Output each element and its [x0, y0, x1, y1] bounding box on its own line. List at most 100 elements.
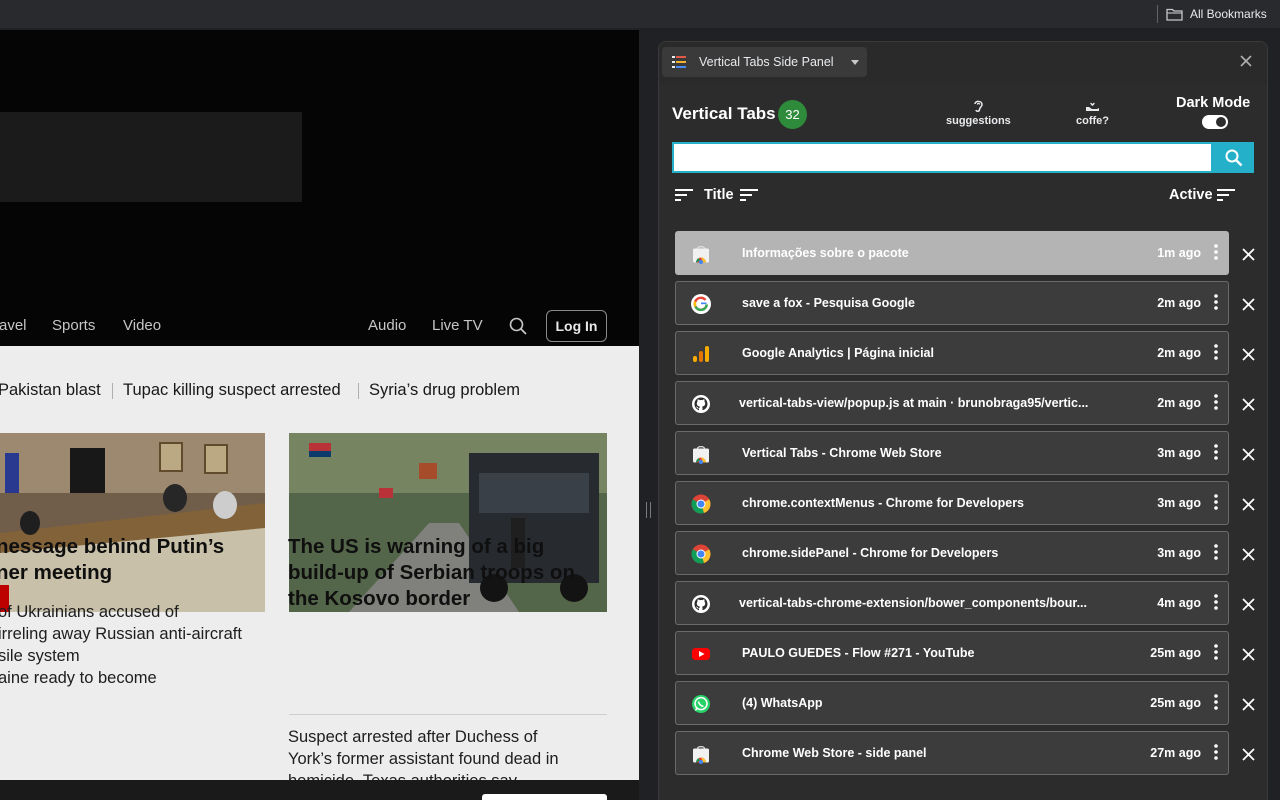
tab-row[interactable]: Google Analytics | Página inicial 2m ago [675, 331, 1229, 375]
tab-time: 2m ago [1157, 396, 1201, 410]
tab-row[interactable]: vertical-tabs-view/popup.js at main · br… [675, 381, 1229, 425]
bookmarks-separator [1157, 5, 1158, 23]
search-input[interactable] [672, 142, 1213, 173]
suggestions-button[interactable]: suggestions [946, 98, 1011, 127]
more-vert-icon[interactable] [1214, 344, 1218, 360]
close-tab-icon[interactable] [1242, 448, 1255, 461]
side-panel-gutter [639, 30, 659, 800]
tab-row[interactable]: save a fox - Pesquisa Google 2m ago [675, 281, 1229, 325]
coffee-button[interactable]: coffe? [1076, 98, 1109, 127]
sort-direction-icon[interactable] [740, 188, 758, 202]
close-tab-icon[interactable] [1242, 348, 1255, 361]
sort-title-label[interactable]: Title [704, 187, 734, 203]
youtube-icon [691, 644, 711, 664]
more-vert-icon[interactable] [1214, 394, 1218, 410]
ticker-item[interactable]: Tupac killing suspect arrested [123, 381, 341, 400]
more-vert-icon[interactable] [1214, 744, 1218, 760]
chrome-store-icon [691, 744, 711, 764]
search-icon [1225, 149, 1242, 166]
nav-sports[interactable]: Sports [52, 317, 95, 334]
tab-title: chrome.contextMenus - Chrome for Develop… [742, 496, 1025, 510]
tab-title: vertical-tabs-view/popup.js at main · br… [739, 396, 1089, 410]
nav-audio[interactable]: Audio [368, 317, 406, 334]
close-tab-icon[interactable] [1242, 648, 1255, 661]
close-tab-icon[interactable] [1242, 248, 1255, 261]
sort-icon[interactable] [675, 188, 693, 202]
dark-mode-label: Dark Mode [1176, 95, 1251, 111]
story-headline[interactable]: The US is warning of a big build-up of S… [288, 534, 618, 612]
tab-time: 3m ago [1157, 496, 1201, 510]
side-panel: Vertical Tabs Side Panel Vertical Tabs 3… [658, 41, 1268, 800]
tab-row[interactable]: chrome.contextMenus - Chrome for Develop… [675, 481, 1229, 525]
story-summary[interactable]: of Ukrainians accused of irreling away R… [0, 601, 278, 689]
more-vert-icon[interactable] [1214, 294, 1218, 310]
search-icon[interactable] [509, 317, 527, 335]
close-tab-icon[interactable] [1242, 298, 1255, 311]
nav-live-tv[interactable]: Live TV [432, 317, 483, 334]
nav-video[interactable]: Video [123, 317, 161, 334]
tab-time: 2m ago [1157, 296, 1201, 310]
sort-direction-icon[interactable] [1217, 188, 1235, 202]
tab-title: Google Analytics | Página inicial [742, 346, 934, 360]
chrome-store-icon [691, 244, 711, 264]
tab-time: 3m ago [1157, 446, 1201, 460]
chrome-icon [691, 544, 711, 564]
tab-time: 25m ago [1150, 696, 1201, 710]
tab-title: Informações sobre o pacote [742, 246, 909, 260]
story-divider [289, 714, 607, 715]
tab-row[interactable]: PAULO GUEDES - Flow #271 - YouTube 25m ag… [675, 631, 1229, 675]
github-icon [691, 394, 711, 414]
tab-row[interactable]: vertical-tabs-chrome-extension/bower_com… [675, 581, 1229, 625]
search-button[interactable] [1213, 142, 1254, 173]
close-icon[interactable] [1240, 55, 1252, 67]
tab-time: 3m ago [1157, 546, 1201, 560]
login-button[interactable]: Log In [546, 310, 607, 342]
more-vert-icon[interactable] [1214, 644, 1218, 660]
tab-title: chrome.sidePanel - Chrome for Developers [742, 546, 999, 560]
ear-icon [974, 100, 983, 112]
dark-mode-toggle[interactable] [1202, 115, 1228, 129]
suggestions-label: suggestions [946, 115, 1011, 127]
folder-icon [1166, 8, 1183, 21]
tab-time: 2m ago [1157, 346, 1201, 360]
tab-time: 1m ago [1157, 246, 1201, 260]
side-panel-selector[interactable]: Vertical Tabs Side Panel [662, 47, 867, 77]
close-tab-icon[interactable] [1242, 398, 1255, 411]
resize-handle[interactable] [646, 502, 651, 518]
extension-icon [672, 56, 686, 68]
nav-travel[interactable]: avel [0, 317, 27, 334]
tab-title: Chrome Web Store - side panel [742, 746, 927, 760]
page-bottom-button[interactable] [482, 794, 607, 800]
more-vert-icon[interactable] [1214, 694, 1218, 710]
sort-active-label[interactable]: Active [1169, 187, 1213, 203]
bookmarks-bar: All Bookmarks [0, 0, 1280, 28]
close-tab-icon[interactable] [1242, 748, 1255, 761]
tab-row[interactable]: Chrome Web Store - side panel 27m ago [675, 731, 1229, 775]
more-vert-icon[interactable] [1214, 444, 1218, 460]
more-vert-icon[interactable] [1214, 244, 1218, 260]
ticker-item[interactable]: Syria’s drug problem [369, 381, 520, 400]
ticker-separator [358, 383, 359, 399]
side-panel-header: Vertical Tabs Side Panel [659, 42, 1267, 84]
tab-title: (4) WhatsApp [742, 696, 823, 710]
ticker-item[interactable]: Pakistan blast [0, 381, 101, 400]
more-vert-icon[interactable] [1214, 594, 1218, 610]
story-headline[interactable]: nessage behind Putin’s ner meeting [0, 534, 276, 586]
close-tab-icon[interactable] [1242, 698, 1255, 711]
all-bookmarks-button[interactable]: All Bookmarks [1166, 4, 1267, 24]
sort-row: Title Active [659, 182, 1267, 210]
tab-row[interactable]: chrome.sidePanel - Chrome for Developers… [675, 531, 1229, 575]
hero-banner [0, 30, 639, 346]
github-icon [691, 594, 711, 614]
close-tab-icon[interactable] [1242, 598, 1255, 611]
tab-row[interactable]: (4) WhatsApp 25m ago [675, 681, 1229, 725]
more-vert-icon[interactable] [1214, 494, 1218, 510]
chrome-store-icon [691, 444, 711, 464]
close-tab-icon[interactable] [1242, 498, 1255, 511]
tab-row[interactable]: Informações sobre o pacote 1m ago [675, 231, 1229, 275]
toggle-knob [1216, 117, 1226, 127]
more-vert-icon[interactable] [1214, 544, 1218, 560]
site-nav: avel Sports Video Audio Live TV [0, 300, 639, 350]
close-tab-icon[interactable] [1242, 548, 1255, 561]
tab-row[interactable]: Vertical Tabs - Chrome Web Store 3m ago [675, 431, 1229, 475]
